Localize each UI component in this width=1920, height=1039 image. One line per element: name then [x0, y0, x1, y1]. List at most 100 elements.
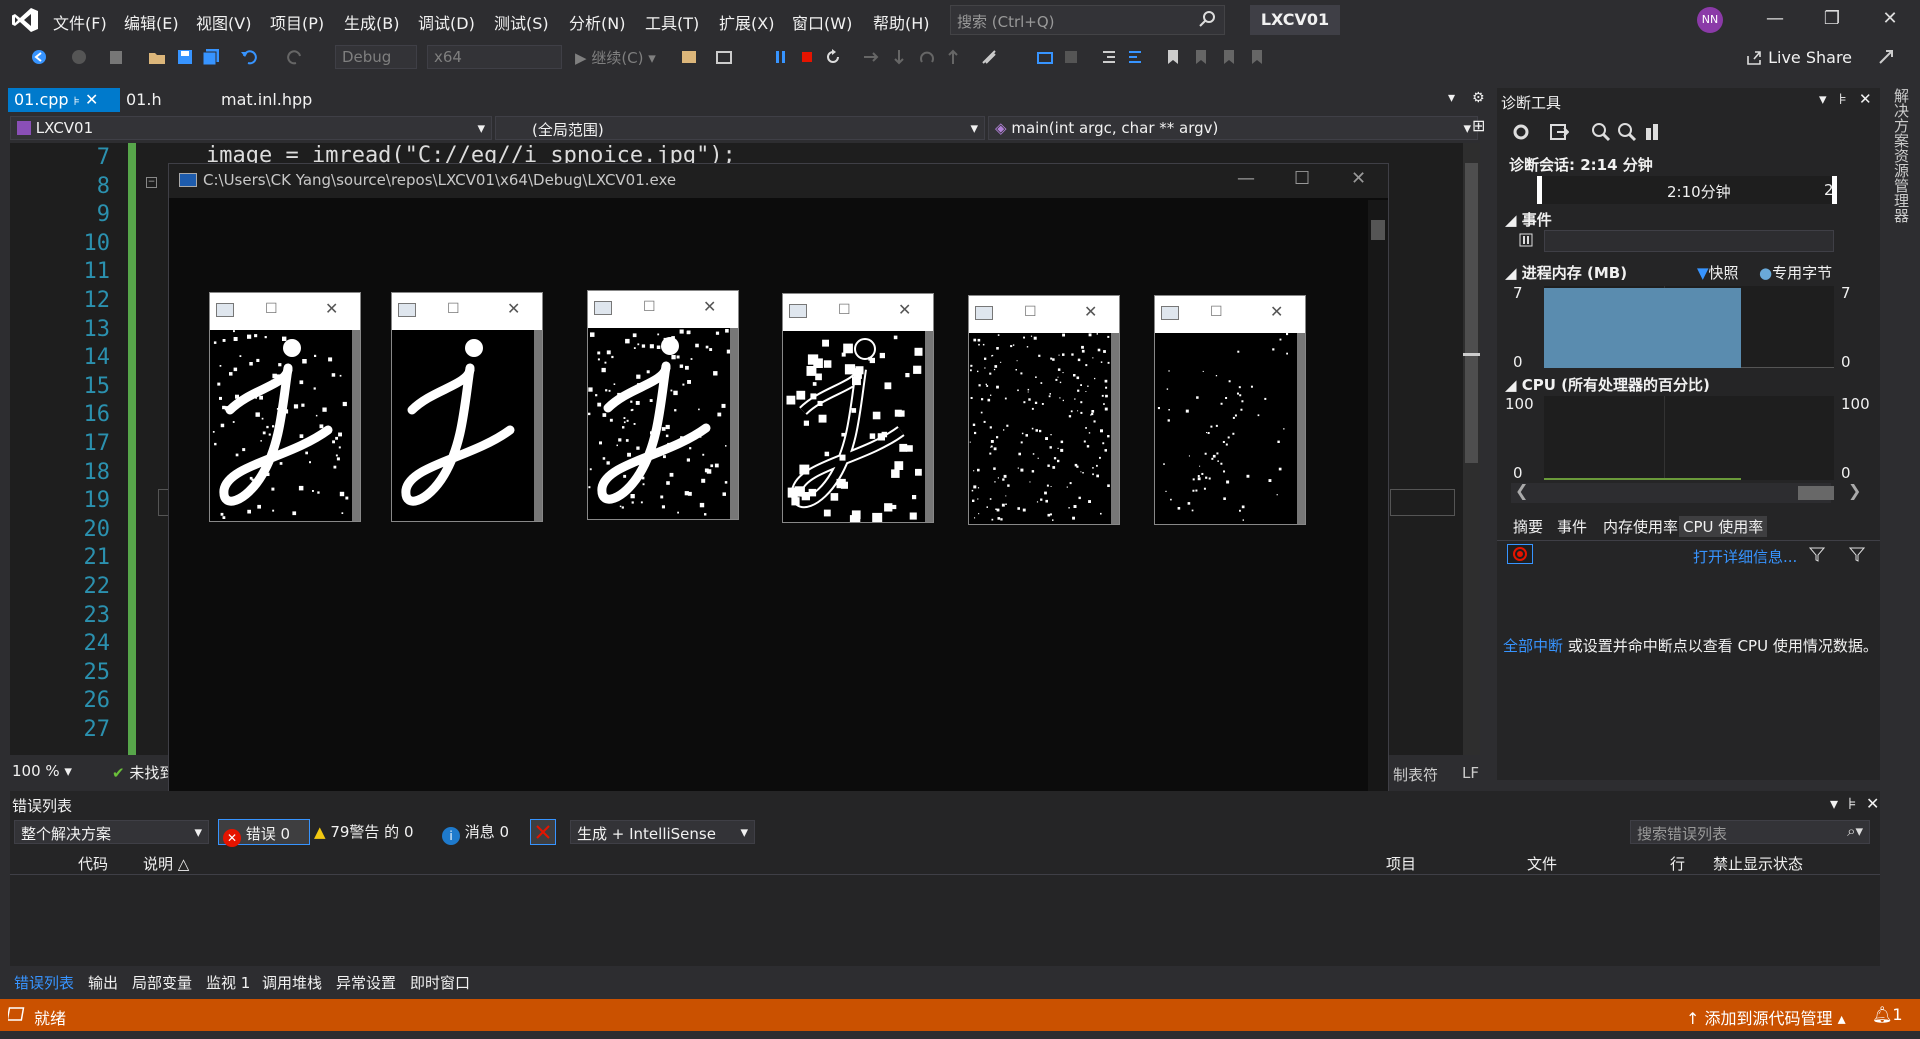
cpu-chart[interactable] — [1544, 396, 1834, 480]
project-dropdown[interactable]: LXCV01 ▾ — [10, 116, 492, 140]
console-title-bar[interactable]: C:\Users\CK Yang\source\repos\LXCV01\x64… — [169, 164, 1388, 198]
search-box[interactable]: 搜索 (Ctrl+Q) — [950, 5, 1225, 35]
pin-icon[interactable]: ⊧ — [1848, 794, 1856, 813]
image-window-title-bar[interactable]: ☐ ✕ — [783, 294, 933, 331]
export-icon[interactable] — [1549, 122, 1569, 142]
stop-icon[interactable] — [798, 48, 816, 66]
collapse-icon[interactable]: − — [146, 177, 157, 188]
visual-studio-logo-icon[interactable] — [12, 8, 38, 32]
record-cpu-button[interactable] — [1507, 544, 1533, 564]
platform-select[interactable]: x64 — [427, 45, 562, 69]
events-section[interactable]: ◢ 事件 — [1505, 209, 1552, 230]
image-minimize-button[interactable]: ☐ — [1024, 304, 1037, 320]
next-bookmark-icon[interactable] — [1220, 48, 1238, 66]
screenshot-icon[interactable] — [715, 48, 733, 66]
menu-item[interactable]: 项目(P) — [270, 10, 324, 34]
image-window-title-bar[interactable]: ☐ ✕ — [588, 291, 738, 328]
bottom-tab[interactable]: 调用堆栈 — [262, 972, 322, 993]
image-window-title-bar[interactable]: ☐ ✕ — [969, 296, 1119, 333]
live-share-button[interactable]: Live Share — [1745, 48, 1852, 67]
forward-icon[interactable] — [70, 48, 88, 66]
menu-item[interactable]: 测试(S) — [494, 10, 549, 34]
image-minimize-button[interactable]: ☐ — [643, 299, 656, 315]
close-tab-icon[interactable]: ✕ — [85, 90, 98, 109]
messages-filter-button[interactable]: i 消息 0 — [442, 821, 509, 845]
image-close-button[interactable]: ✕ — [703, 297, 716, 316]
menu-item[interactable]: 视图(V) — [196, 10, 251, 34]
maximize-button[interactable]: ❐ — [1812, 8, 1852, 34]
console-close-button[interactable]: ✕ — [1351, 168, 1366, 189]
source-control-button[interactable]: ↑ 添加到源代码管理 ▴ — [1686, 1005, 1846, 1029]
hot-reload-icon[interactable] — [980, 48, 998, 66]
column-description[interactable]: 说明 △ — [143, 853, 189, 874]
indent-icon[interactable] — [1100, 48, 1118, 66]
step-out-icon[interactable] — [944, 48, 962, 66]
minimize-button[interactable]: — — [1755, 8, 1795, 34]
image-window[interactable]: ☐ ✕ — [1154, 295, 1306, 525]
menu-item[interactable]: 文件(F) — [53, 10, 107, 34]
scrollbar-thumb[interactable] — [1371, 220, 1385, 240]
errors-filter-button[interactable]: ✕ 错误 0 — [218, 819, 310, 847]
continue-button[interactable]: ▶ 继续(C) ▾ — [575, 47, 656, 68]
stack-frame-icon[interactable] — [1062, 48, 1080, 66]
dropdown-icon[interactable]: ▾ — [1819, 90, 1827, 108]
scroll-left-icon[interactable]: ❮ — [1515, 481, 1528, 500]
dropdown-icon[interactable]: ▾ — [1830, 794, 1838, 813]
image-minimize-button[interactable]: ☐ — [838, 302, 851, 318]
bottom-tab[interactable]: 监视 1 — [206, 972, 250, 993]
pin-icon[interactable]: ⊧ — [1839, 90, 1847, 108]
column-line[interactable]: 行 — [1670, 853, 1685, 874]
column-file[interactable]: 文件 — [1527, 853, 1557, 874]
break-all-link[interactable]: 全部中断 — [1503, 637, 1563, 655]
zoom-out-icon[interactable] — [1617, 122, 1637, 142]
bookmark-icon[interactable] — [1164, 48, 1182, 66]
open-file-icon[interactable] — [148, 48, 166, 66]
column-suppression[interactable]: 禁止显示状态 — [1713, 853, 1803, 874]
diag-tab[interactable]: 事件 — [1553, 516, 1591, 537]
zoom-in-icon[interactable] — [1591, 122, 1611, 142]
avatar[interactable]: NN — [1697, 7, 1723, 33]
step-over-icon[interactable] — [862, 48, 880, 66]
image-minimize-button[interactable]: ☐ — [447, 301, 460, 317]
notifications-button[interactable]: 🔔︎1 — [1872, 1005, 1903, 1024]
menu-item[interactable]: 调试(D) — [418, 10, 475, 34]
cpu-section[interactable]: ◢ CPU (所有处理器的百分比) — [1505, 374, 1710, 395]
console-window[interactable]: C:\Users\CK Yang\source\repos\LXCV01\x64… — [168, 163, 1389, 798]
undo-icon[interactable] — [240, 48, 258, 66]
image-minimize-button[interactable]: ☐ — [265, 301, 278, 317]
console-minimize-button[interactable]: — — [1237, 168, 1255, 189]
filter-options-icon[interactable] — [1849, 546, 1865, 562]
function-dropdown[interactable]: ◈ main(int argc, char ** argv) ▾ — [988, 116, 1478, 140]
reset-zoom-icon[interactable] — [1644, 122, 1664, 142]
close-icon[interactable]: ✕ — [1866, 794, 1879, 813]
menu-item[interactable]: 工具(T) — [645, 10, 699, 34]
console-maximize-button[interactable]: ☐ — [1294, 168, 1310, 189]
image-close-button[interactable]: ✕ — [1084, 302, 1097, 321]
diag-tab[interactable]: 内存使用率 — [1599, 516, 1682, 537]
image-close-button[interactable]: ✕ — [325, 299, 338, 318]
scrollbar-thumb[interactable] — [1465, 163, 1478, 463]
pause-events-icon[interactable] — [1519, 233, 1533, 247]
image-window[interactable]: ☐ ✕ — [209, 292, 361, 522]
menu-item[interactable]: 窗口(W) — [792, 10, 852, 34]
config-select[interactable]: Debug — [335, 45, 417, 69]
menu-item[interactable]: 扩展(X) — [719, 10, 774, 34]
solution-explorer-tab[interactable]: 解决方案资源管理器 — [1883, 88, 1920, 778]
image-close-button[interactable]: ✕ — [898, 300, 911, 319]
outdent-icon[interactable] — [1126, 48, 1144, 66]
build-filter-select[interactable]: 生成 + IntelliSense ▾ — [570, 820, 755, 844]
bottom-tab[interactable]: 输出 — [88, 972, 118, 993]
save-all-icon[interactable] — [202, 48, 220, 66]
zoom-level[interactable]: 100 % ▾ — [12, 762, 72, 780]
warnings-filter-button[interactable]: ▲ 79警告 的 0 — [314, 821, 414, 842]
error-search-input[interactable]: 搜索错误列表 ⌕▾ — [1630, 820, 1870, 844]
tab-01-h[interactable]: 01.h — [120, 88, 215, 112]
menu-item[interactable]: 分析(N) — [569, 10, 625, 34]
clear-bookmarks-icon[interactable] — [1248, 48, 1266, 66]
tab-01-cpp[interactable]: 01.cpp ⊧ ✕ — [8, 88, 120, 112]
image-window[interactable]: ☐ ✕ — [968, 295, 1120, 525]
scrollbar-thumb[interactable] — [1798, 486, 1834, 500]
pause-icon[interactable] — [772, 48, 790, 66]
scroll-right-icon[interactable]: ❯ — [1848, 481, 1861, 500]
memory-chart[interactable] — [1544, 286, 1834, 368]
